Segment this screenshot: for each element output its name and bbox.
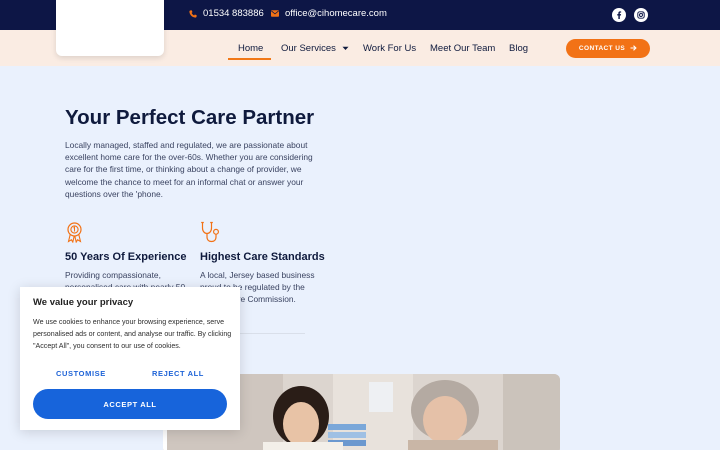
nav-item-work-for-us[interactable]: Work For Us [363, 43, 416, 54]
nav-item-label[interactable]: Our Services [281, 43, 336, 54]
reject-all-button[interactable]: REJECT ALL [152, 369, 204, 378]
feature-title: 50 Years Of Experience [65, 251, 187, 263]
logo[interactable] [56, 0, 164, 56]
nav-item-label[interactable]: Meet Our Team [430, 43, 495, 54]
nav-item-label[interactable]: Home [238, 43, 263, 54]
hero-paragraph: Locally managed, staffed and regulated, … [65, 140, 313, 199]
nav-item-label[interactable]: Blog [509, 43, 528, 54]
phone-icon [189, 9, 197, 18]
page-title: Your Perfect Care Partner [65, 106, 315, 129]
nav-item-home[interactable]: Home [238, 43, 263, 54]
nav-item-blog[interactable]: Blog [509, 43, 528, 54]
accept-all-button[interactable]: ACCEPT ALL [33, 389, 227, 419]
nav-item-our-services[interactable]: Our Services [281, 43, 349, 54]
chevron-down-icon[interactable] [342, 43, 349, 54]
cookie-text: We use cookies to enhance your browsing … [33, 318, 232, 350]
arrow-right-icon [630, 44, 637, 53]
facebook-icon[interactable] [612, 8, 626, 22]
phone-number[interactable]: 01534 883886 [203, 8, 264, 19]
nav-item-meet-our-team[interactable]: Meet Our Team [430, 43, 495, 54]
contact-us-button[interactable]: CONTACT US [566, 39, 650, 58]
feature-title: Highest Care Standards [200, 251, 325, 263]
award-ribbon-icon [65, 222, 84, 248]
stethoscope-icon [200, 221, 222, 248]
contact-us-label[interactable]: CONTACT US [579, 45, 625, 52]
cookie-consent-banner: We value your privacy We use cookies to … [20, 287, 240, 430]
email-address[interactable]: office@cihomecare.com [285, 8, 387, 19]
cookie-title: We value your privacy [33, 297, 134, 308]
nav-item-label[interactable]: Work For Us [363, 43, 416, 54]
email-contact[interactable]: office@cihomecare.com [271, 8, 387, 19]
active-nav-indicator [228, 58, 271, 60]
customise-button[interactable]: CUSTOMISE [56, 369, 106, 378]
envelope-icon [271, 10, 279, 17]
phone-contact[interactable]: 01534 883886 [189, 8, 264, 19]
instagram-icon[interactable] [634, 8, 648, 22]
